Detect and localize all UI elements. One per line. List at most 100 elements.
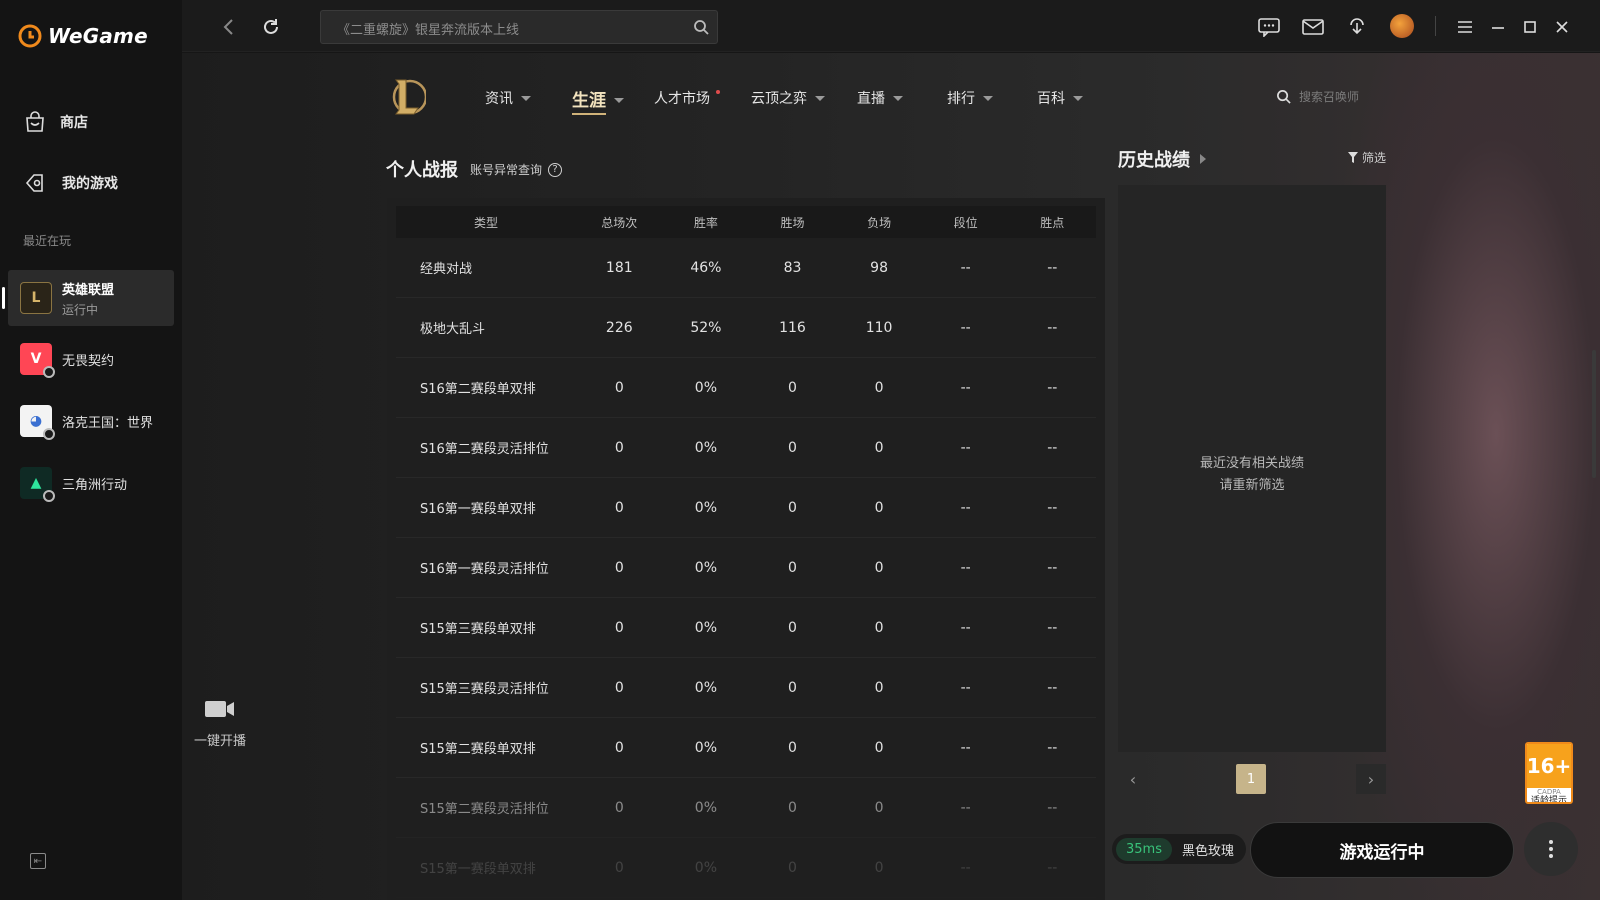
table-cell: 0 <box>788 559 797 576</box>
sidebar-game-valorant[interactable]: V 无畏契约 <box>8 331 174 387</box>
table-row: S15第一赛段单双排 0 0% 0 0 -- -- <box>396 838 1096 898</box>
collapse-sidebar-button[interactable]: ⇤ <box>30 853 46 869</box>
account-status[interactable]: 35ms 黑色玫瑰 <box>1112 834 1246 864</box>
table-cell: 0 <box>614 859 624 876</box>
table-cell: -- <box>1047 379 1058 396</box>
table-cell: -- <box>960 799 971 816</box>
table-cell: 0 <box>874 679 884 696</box>
table-cell: 0 <box>874 619 884 636</box>
help-icon[interactable]: ? <box>548 162 563 177</box>
lol-logo-icon[interactable] <box>390 76 426 118</box>
table-cell: 0 <box>874 739 884 756</box>
table-cell: 0 <box>788 859 797 876</box>
table-cell: 0% <box>694 559 717 576</box>
table-cell: 0 <box>874 439 884 456</box>
search-input[interactable]: 《二重螺旋》银星奔流版本上线 <box>320 10 718 44</box>
nav-career[interactable]: 生涯 <box>572 86 624 115</box>
table-row: S16第一赛段单双排 0 0% 0 0 -- -- <box>396 478 1096 538</box>
next-page-button[interactable]: › <box>1356 764 1386 794</box>
table-cell: 110 <box>865 319 893 336</box>
table-cell-type: S15第二赛段灵活排位 <box>420 802 549 817</box>
player-name: 黑色玫瑰 <box>1181 843 1234 859</box>
wegame-logo[interactable]: WeGame <box>18 24 148 48</box>
more-dot-icon <box>1549 854 1553 858</box>
table-cell: -- <box>960 559 971 576</box>
table-cell: -- <box>1047 439 1058 456</box>
sidebar-item-store[interactable]: 商店 <box>0 100 182 144</box>
search-icon <box>1277 90 1291 104</box>
table-cell: 0% <box>694 499 717 516</box>
column-header: 负场 <box>867 215 892 230</box>
nav-ranking[interactable]: 排行 <box>947 88 993 108</box>
one-click-stream-button[interactable]: 一键开播 <box>192 700 248 749</box>
back-button[interactable] <box>218 16 240 38</box>
chevron-right-icon: › <box>1367 769 1375 789</box>
table-cell: -- <box>1047 319 1058 336</box>
table-cell: -- <box>1047 799 1058 816</box>
close-button[interactable] <box>1551 16 1573 38</box>
game-running-button[interactable]: 游戏运行中 <box>1250 822 1514 878</box>
sidebar-item-my-games[interactable]: 我的游戏 <box>0 161 182 205</box>
table-cell-type: 极地大乱斗 <box>420 322 486 337</box>
refresh-button[interactable] <box>260 16 282 38</box>
table-cell: 116 <box>779 319 806 336</box>
table-cell: 0% <box>694 379 717 396</box>
table-cell: 0% <box>694 619 717 636</box>
table-row: S16第一赛段灵活排位 0 0% 0 0 -- -- <box>396 538 1096 598</box>
nav-tft[interactable]: 云顶之弈 <box>751 88 825 108</box>
filter-icon <box>1348 152 1358 163</box>
account-abnormal-link[interactable]: 账号异常查询 ? <box>470 161 563 178</box>
stats-table-container[interactable]: 类型 总场次 胜率 胜场 负场 段位 胜点 经典对战 181 46% 83 98 -- --… <box>387 198 1105 900</box>
match-history-title[interactable]: 历史战绩 <box>1118 146 1206 172</box>
summoner-search-placeholder: 搜索召唤师 <box>1299 90 1360 104</box>
filter-button[interactable]: 筛选 <box>1348 149 1386 166</box>
page-number[interactable]: 1 <box>1236 764 1266 794</box>
chevron-down-icon <box>983 95 993 101</box>
table-cell: 98 <box>870 259 888 276</box>
minimize-button[interactable] <box>1487 16 1509 38</box>
table-row: 极地大乱斗 226 52% 116 110 -- -- <box>396 298 1096 358</box>
table-cell: 0 <box>614 799 624 816</box>
wegame-logo-icon <box>18 24 42 48</box>
scrollbar[interactable] <box>1592 350 1596 478</box>
download-button[interactable] <box>1346 16 1368 38</box>
sidebar-game-delta-force[interactable]: ▲ 三角洲行动 <box>8 455 174 511</box>
avatar[interactable] <box>1390 14 1414 38</box>
nav-talent-market[interactable]: 人才市场 <box>654 88 720 108</box>
maximize-button[interactable] <box>1519 16 1541 38</box>
table-cell: 0 <box>614 739 624 756</box>
summoner-search-input[interactable]: 搜索召唤师 <box>1276 88 1359 105</box>
table-cell-type: S15第三赛段灵活排位 <box>420 682 549 697</box>
sidebar-game-roco-kingdom[interactable]: ◕ 洛克王国：世界 <box>8 393 174 449</box>
nav-wiki[interactable]: 百科 <box>1037 88 1083 108</box>
search-icon[interactable] <box>693 19 709 35</box>
table-cell-type: S16第二赛段单双排 <box>420 382 536 397</box>
table-cell: -- <box>960 859 971 876</box>
age-rating: 16+ <box>1527 744 1571 788</box>
table-cell: -- <box>1047 859 1058 876</box>
table-row: S15第三赛段单双排 0 0% 0 0 -- -- <box>396 598 1096 658</box>
nav-label: 人才市场 <box>654 91 710 107</box>
mail-button[interactable] <box>1302 16 1324 38</box>
column-header: 总场次 <box>601 215 638 230</box>
menu-button[interactable] <box>1454 16 1476 38</box>
table-cell: 0 <box>788 739 797 756</box>
nav-news[interactable]: 资讯 <box>485 88 531 108</box>
table-cell: 83 <box>783 259 802 276</box>
game-status: 运行中 <box>62 302 99 317</box>
delta-force-game-icon: ▲ <box>20 467 55 502</box>
table-cell: 0 <box>874 379 884 396</box>
stats-table: 类型 总场次 胜率 胜场 负场 段位 胜点 经典对战 181 46% 83 98 -- --… <box>396 206 1096 898</box>
more-dot-icon <box>1549 840 1553 844</box>
more-options-button[interactable] <box>1524 822 1578 876</box>
empty-state: 最近没有相关战绩 请重新筛选 <box>1118 453 1386 497</box>
prev-page-button[interactable]: ‹ <box>1118 764 1148 794</box>
sidebar-game-lol[interactable]: L 英雄联盟 运行中 <box>2 270 174 326</box>
topbar-divider <box>1435 16 1436 36</box>
table-cell: -- <box>960 679 971 696</box>
nav-live[interactable]: 直播 <box>857 88 903 108</box>
age-rating-badge[interactable]: 16+ CADPA 适龄提示 <box>1525 742 1573 804</box>
chat-button[interactable] <box>1258 16 1280 38</box>
wegame-badge-icon <box>43 428 55 440</box>
table-cell: 0 <box>614 619 624 636</box>
